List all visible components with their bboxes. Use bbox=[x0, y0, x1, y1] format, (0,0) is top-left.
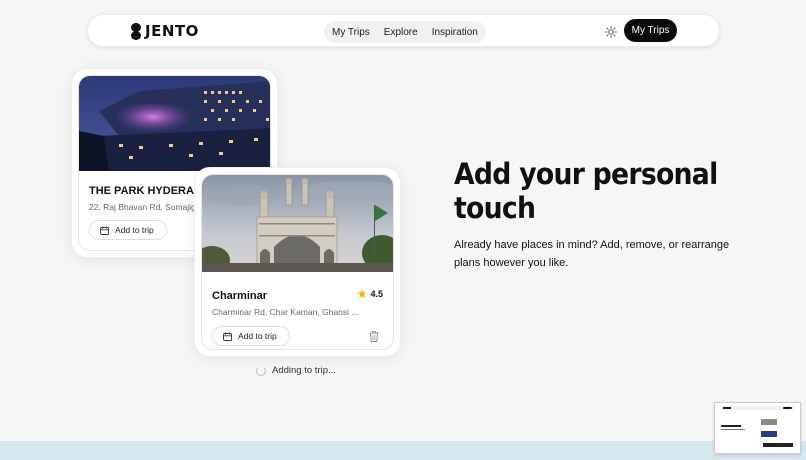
rating-value: 4.5 bbox=[370, 289, 383, 299]
section-headline: Add your personal touch bbox=[454, 157, 718, 225]
adding-status: Adding to trip... bbox=[256, 365, 336, 376]
page-preview-thumbnail[interactable] bbox=[714, 402, 801, 454]
place-card-inner: Charminar 4.5 Charminar Rd, Char Kaman, … bbox=[201, 174, 394, 350]
calendar-icon bbox=[223, 332, 232, 341]
trash-icon[interactable] bbox=[369, 331, 379, 342]
brand-name: JENTO bbox=[145, 22, 199, 40]
top-navbar: JENTO My Trips Explore Inspiration My Tr… bbox=[87, 14, 720, 47]
star-icon bbox=[357, 289, 367, 298]
add-to-trip-label: Add to trip bbox=[115, 225, 154, 235]
charminar-photo bbox=[202, 175, 393, 272]
brand-logo[interactable]: JENTO bbox=[131, 22, 199, 40]
my-trips-button[interactable]: My Trips bbox=[624, 19, 677, 42]
calendar-icon bbox=[100, 226, 109, 235]
logo-mark-icon bbox=[131, 22, 141, 40]
hotel-photo bbox=[79, 76, 270, 171]
next-section-band bbox=[0, 441, 806, 460]
place-card-charminar: Charminar 4.5 Charminar Rd, Char Kaman, … bbox=[194, 167, 401, 357]
rating: 4.5 bbox=[357, 289, 383, 299]
add-to-trip-button[interactable]: Add to trip bbox=[89, 220, 167, 240]
section-description: Already have places in mind? Add, remove… bbox=[454, 239, 730, 269]
nav-link-inspiration[interactable]: Inspiration bbox=[432, 27, 478, 38]
sun-icon[interactable] bbox=[605, 26, 617, 38]
add-to-trip-label: Add to trip bbox=[238, 331, 277, 341]
nav-link-explore[interactable]: Explore bbox=[384, 27, 418, 38]
nav-links: My Trips Explore Inspiration bbox=[324, 21, 486, 43]
adding-status-text: Adding to trip... bbox=[272, 365, 336, 376]
place-address: 22, Raj Bhavan Rd, Somajiguda bbox=[89, 202, 199, 212]
place-address: Charminar Rd, Char Kaman, Ghansi ... bbox=[212, 307, 359, 317]
spinner-icon bbox=[256, 365, 266, 376]
nav-link-my-trips[interactable]: My Trips bbox=[332, 27, 370, 38]
place-title: Charminar bbox=[212, 290, 268, 302]
add-to-trip-button[interactable]: Add to trip bbox=[212, 326, 290, 346]
